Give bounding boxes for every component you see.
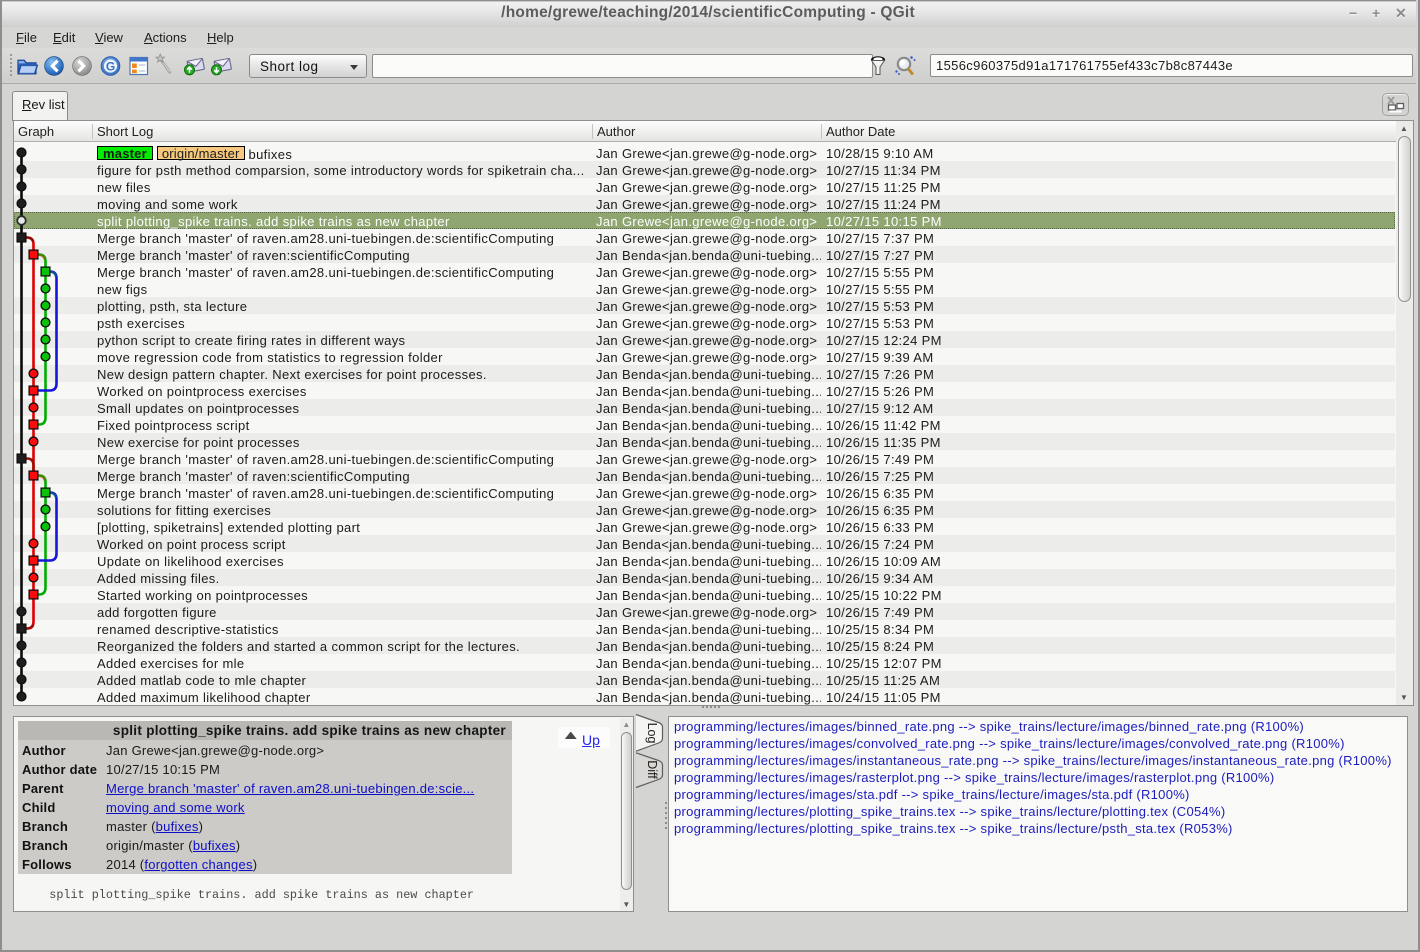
svg-text:G: G xyxy=(106,59,115,73)
svg-text:Log: Log xyxy=(645,723,659,744)
svg-text:Diff: Diff xyxy=(645,760,659,779)
